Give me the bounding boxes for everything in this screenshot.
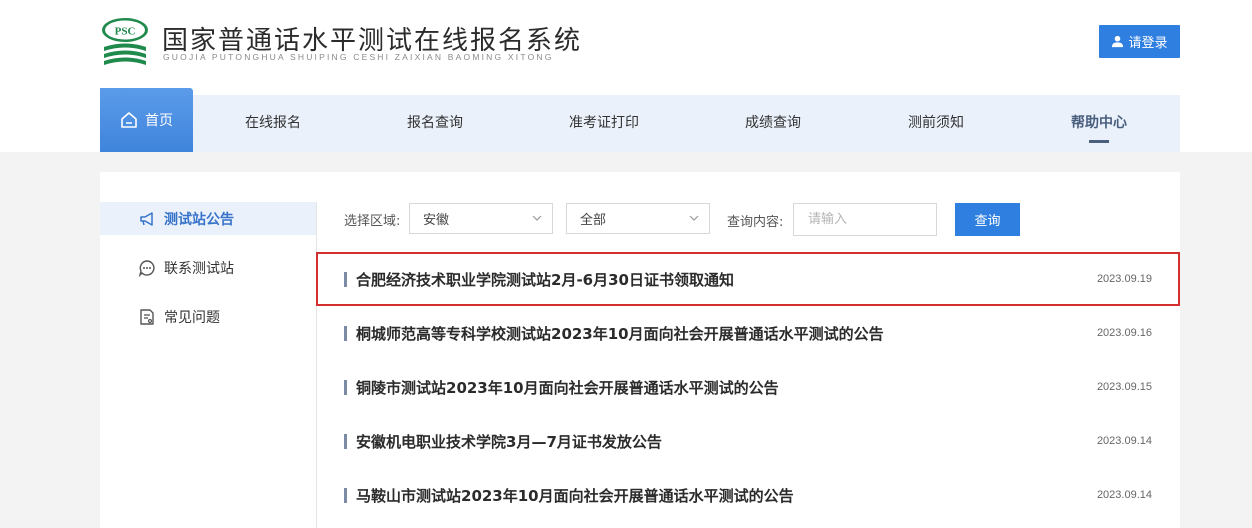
region-select[interactable]: 安徽 bbox=[409, 203, 553, 234]
content-panel: 测试站公告 联系测试站 常见问题 选择区域: 安徽 全部 查询内容: 请输入 查… bbox=[100, 172, 1180, 528]
region-select-value: 安徽 bbox=[423, 213, 450, 228]
scope-select-value: 全部 bbox=[580, 213, 607, 228]
chat-bubble-icon bbox=[138, 259, 155, 277]
notice-title[interactable]: 安徽机电职业技术学院3月—7月证书发放公告 bbox=[356, 431, 662, 452]
notice-title[interactable]: 铜陵市测试站2023年10月面向社会开展普通话水平测试的公告 bbox=[356, 377, 779, 398]
main-nav: 首页 在线报名 报名查询 准考证打印 成绩查询 测前须知 帮助中心 bbox=[100, 88, 1180, 152]
row-marker bbox=[344, 488, 347, 503]
psc-logo: PSC bbox=[102, 18, 148, 65]
query-input[interactable] bbox=[793, 203, 937, 236]
notice-title[interactable]: 桐城师范高等专科学校测试站2023年10月面向社会开展普通话水平测试的公告 bbox=[356, 323, 884, 344]
notice-date: 2023.09.14 bbox=[1096, 435, 1152, 447]
megaphone-icon bbox=[140, 211, 153, 226]
notice-row[interactable]: 桐城师范高等专科学校测试站2023年10月面向社会开展普通话水平测试的公告 20… bbox=[316, 306, 1180, 360]
nav-pretest-notice[interactable]: 测前须知 bbox=[908, 95, 964, 152]
notice-date: 2023.09.16 bbox=[1096, 327, 1152, 339]
notice-row[interactable]: 马鞍山市测试站2023年10月面向社会开展普通话水平测试的公告 2023.09.… bbox=[316, 468, 1180, 522]
sidebar-item-label: 联系测试站 bbox=[164, 260, 234, 277]
login-button[interactable]: 请登录 bbox=[1099, 25, 1180, 58]
nav-admission-print[interactable]: 准考证打印 bbox=[569, 95, 639, 152]
nav-register-query[interactable]: 报名查询 bbox=[407, 95, 463, 152]
nav-home-label: 首页 bbox=[145, 113, 173, 129]
svg-text:PSC: PSC bbox=[115, 26, 136, 38]
sidebar-item-label: 测试站公告 bbox=[164, 211, 234, 228]
scope-select[interactable]: 全部 bbox=[566, 203, 710, 234]
notice-title[interactable]: 合肥经济技术职业学院测试站2月-6月30日证书领取通知 bbox=[356, 269, 734, 290]
sidebar: 测试站公告 联系测试站 常见问题 bbox=[100, 202, 316, 349]
chevron-down-icon bbox=[532, 215, 542, 221]
query-label: 查询内容: bbox=[727, 215, 784, 230]
sidebar-item-label: 常见问题 bbox=[164, 309, 220, 326]
sidebar-item-faq[interactable]: 常见问题 bbox=[100, 300, 316, 333]
sidebar-item-contact[interactable]: 联系测试站 bbox=[100, 251, 316, 284]
notice-title[interactable]: 马鞍山市测试站2023年10月面向社会开展普通话水平测试的公告 bbox=[356, 485, 794, 506]
nav-help-center[interactable]: 帮助中心 bbox=[1071, 95, 1127, 152]
nav-score-query[interactable]: 成绩查询 bbox=[745, 95, 801, 152]
home-icon bbox=[121, 112, 137, 128]
row-marker bbox=[344, 434, 347, 449]
row-marker bbox=[344, 326, 347, 341]
login-label: 请登录 bbox=[1128, 36, 1168, 51]
filter-bar: 选择区域: 安徽 全部 查询内容: 查询 bbox=[344, 203, 1020, 236]
site-subtitle: GUOJIA PUTONGHUA SHUIPING CESHI ZAIXIAN … bbox=[163, 52, 554, 62]
user-icon bbox=[1112, 35, 1124, 48]
header: PSC 国家普通话水平测试在线报名系统 GUOJIA PUTONGHUA SHU… bbox=[0, 0, 1252, 152]
row-marker bbox=[344, 380, 347, 395]
row-marker bbox=[344, 272, 347, 287]
nav-online-register[interactable]: 在线报名 bbox=[245, 95, 301, 152]
notice-row[interactable]: 铜陵市测试站2023年10月面向社会开展普通话水平测试的公告 2023.09.1… bbox=[316, 360, 1180, 414]
sidebar-item-notices[interactable]: 测试站公告 bbox=[100, 202, 316, 235]
chevron-down-icon bbox=[689, 215, 699, 221]
notice-row[interactable]: 安徽机电职业技术学院3月—7月证书发放公告 2023.09.14 bbox=[316, 414, 1180, 468]
nav-active-underline bbox=[1089, 140, 1109, 143]
notice-date: 2023.09.14 bbox=[1096, 489, 1152, 501]
document-question-icon bbox=[140, 308, 154, 325]
search-button[interactable]: 查询 bbox=[955, 203, 1020, 236]
notice-row[interactable]: 合肥经济技术职业学院测试站2月-6月30日证书领取通知 2023.09.19 bbox=[316, 252, 1180, 306]
notice-date: 2023.09.15 bbox=[1096, 381, 1152, 393]
region-label: 选择区域: bbox=[344, 214, 401, 229]
notice-list: 合肥经济技术职业学院测试站2月-6月30日证书领取通知 2023.09.19 桐… bbox=[316, 252, 1180, 522]
nav-home[interactable]: 首页 bbox=[100, 88, 193, 152]
notice-date: 2023.09.19 bbox=[1096, 273, 1152, 285]
